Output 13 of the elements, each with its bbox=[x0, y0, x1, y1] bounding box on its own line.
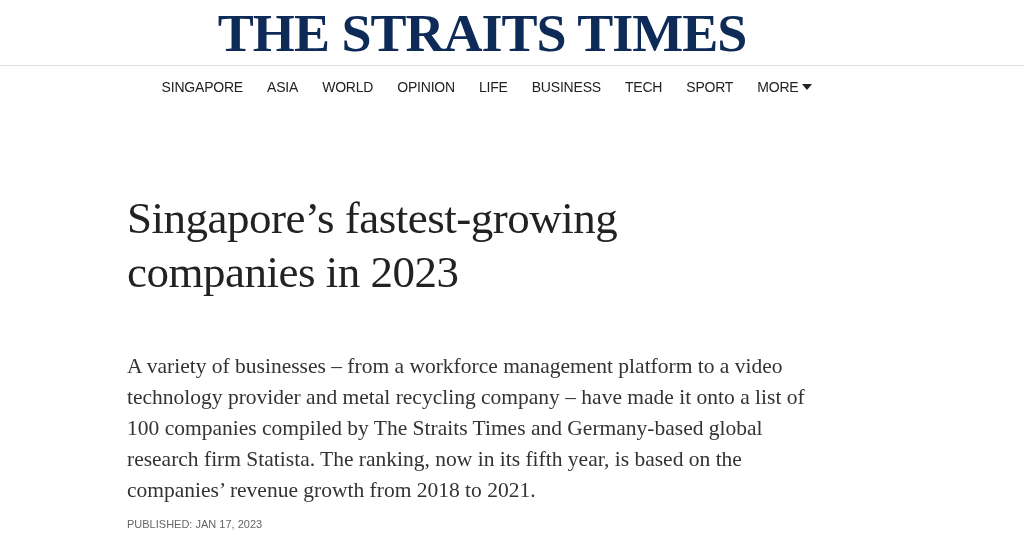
article-summary: A variety of businesses – from a workforce management platform to a video technology provider and metal recycling company – have made it onto a list of 100 companies compiled by The Straits Times and Germany-based global research firm Statista. The ranking, now in its fifth year, is based on the companies’ revenue growth from 2018 to 2021. bbox=[127, 353, 806, 504]
nav-link[interactable]: SINGAPORE bbox=[161, 79, 243, 95]
nav-link[interactable]: WORLD bbox=[322, 79, 374, 95]
nav-link[interactable]: BUSINESS bbox=[531, 79, 601, 95]
nav-link[interactable]: MORE bbox=[757, 79, 813, 95]
nav-link[interactable]: ASIA bbox=[267, 79, 299, 95]
nav-link[interactable]: OPINION bbox=[397, 79, 455, 95]
nav-link[interactable]: LIFE bbox=[478, 79, 508, 95]
publish-date: PUBLISHED: JAN 17, 2023 bbox=[127, 518, 264, 530]
site-logo[interactable]: THE STRAITS TIMES bbox=[217, 0, 747, 65]
nav-link[interactable]: SPORT bbox=[686, 79, 734, 95]
nav-link[interactable]: TECH bbox=[624, 79, 663, 95]
article-headline: Singapore’s fastest-growing companies in 2023 bbox=[127, 192, 619, 299]
